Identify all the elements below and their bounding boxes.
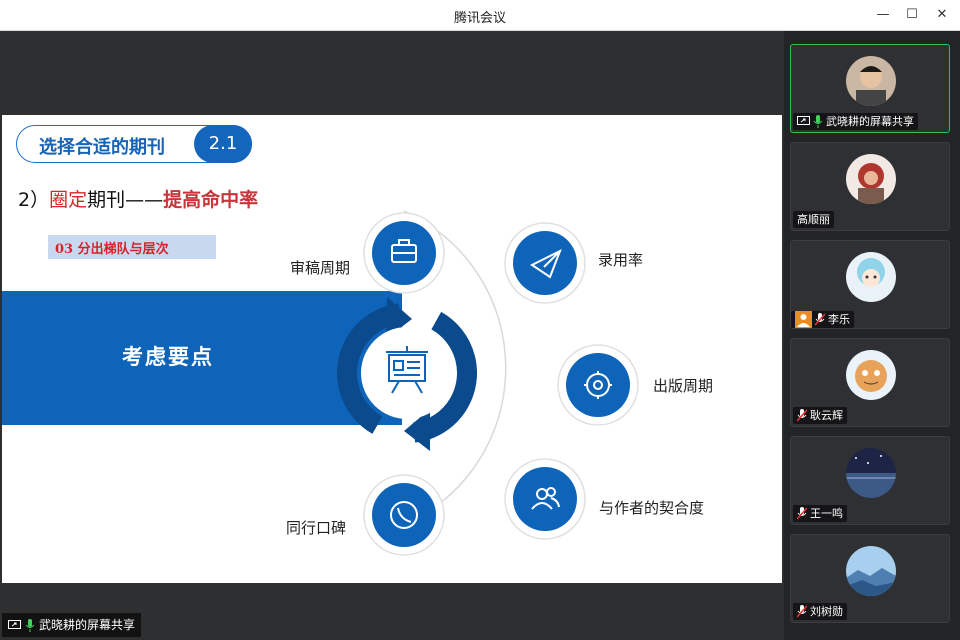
participant-tile[interactable]: 李乐 [790,240,950,329]
minimize-button[interactable]: — [874,6,892,24]
presentation-slide: 选择合适的期刊 2.1 2）圈定期刊——提高命中率 03 分出梯队与层次 考虑要… [2,115,782,583]
window-title: 腾讯会议 [453,11,506,26]
title-bar: 腾讯会议 — ☐ ✕ [0,0,960,31]
mic-muted-icon [815,313,825,326]
screen-share-tag-text: 武晓耕的屏幕共享 [39,618,136,632]
participant-namebar: 耿云辉 [793,407,847,424]
participant-name: 李乐 [828,313,850,326]
close-button[interactable]: ✕ [933,6,951,24]
screen-share-tag: 武晓耕的屏幕共享 [2,613,142,637]
node-review-cycle [363,212,445,294]
participant-name: 高顺丽 [797,213,830,226]
avatar [846,448,896,498]
node-peer-reputation [363,474,445,556]
participant-tile[interactable]: 王一鸣 [790,436,950,525]
mic-on-icon [25,618,35,632]
meeting-window: 腾讯会议 — ☐ ✕ 选择合适的期刊 2.1 2）圈定期刊——提高命中率 03 … [0,0,960,640]
node-label-review-cycle: 审稿周期 [290,259,351,277]
screen-share-icon [797,116,810,125]
node-acceptance-rate [504,222,586,304]
participant-namebar: 刘树勋 [793,603,847,620]
node-label-peer-reputation: 同行口碑 [286,519,347,537]
shared-screen[interactable]: 选择合适的期刊 2.1 2）圈定期刊——提高命中率 03 分出梯队与层次 考虑要… [0,31,784,640]
avatar [846,252,896,302]
node-publication-cycle [557,344,639,426]
participant-name: 刘树勋 [810,605,843,618]
participant-namebar: 武晓耕的屏幕共享 [793,113,918,130]
participant-namebar: 高顺丽 [793,211,834,228]
participant-name: 耿云辉 [810,409,843,422]
participant-namebar: 李乐 [791,311,854,328]
participant-namebar: 王一鸣 [793,505,847,522]
participant-tile[interactable]: 耿云辉 [790,338,950,427]
mic-muted-icon [797,409,807,422]
node-label-publication-cycle: 出版周期 [653,377,714,395]
maximize-button[interactable]: ☐ [903,6,921,24]
mic-muted-icon [797,605,807,618]
participant-name: 武晓耕的屏幕共享 [826,115,914,128]
screen-share-icon [8,619,21,629]
mic-on-icon [813,115,823,128]
avatar [846,154,896,204]
participant-panel: 武晓耕的屏幕共享 高顺丽 李乐 耿云辉 王一鸣 刘树勋 [784,31,960,640]
participant-tile[interactable]: 武晓耕的屏幕共享 [790,44,950,133]
avatar [846,350,896,400]
cycle-arrows-icon [337,297,477,451]
avatar [846,546,896,596]
node-label-acceptance-rate: 录用率 [598,251,644,269]
node-author-fit [504,458,586,540]
node-label-author-fit: 与作者的契合度 [599,499,705,517]
avatar [846,56,896,106]
participant-tile[interactable]: 高顺丽 [790,142,950,231]
mic-muted-icon [797,507,807,520]
participant-tile[interactable]: 刘树勋 [790,534,950,623]
participant-name: 王一鸣 [810,507,843,520]
host-badge-icon [795,311,812,328]
